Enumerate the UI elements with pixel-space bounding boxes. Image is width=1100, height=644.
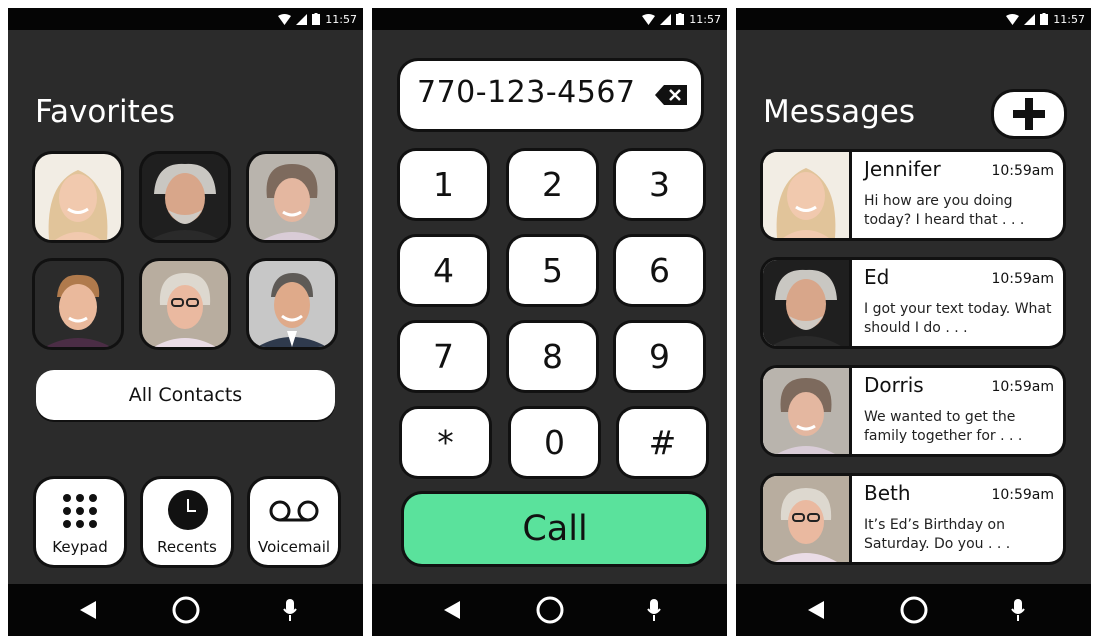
clock-icon (168, 490, 208, 530)
signal-icon (660, 13, 672, 25)
mic-icon (1011, 599, 1025, 621)
back-button[interactable] (790, 584, 842, 636)
navigation-bar (8, 584, 363, 636)
messages-title: Messages (763, 94, 916, 130)
voicemail-icon (269, 500, 319, 522)
back-icon (808, 601, 824, 619)
message-item-beth[interactable]: Beth 10:59am It’s Ed’s Birthday on Satur… (763, 476, 1063, 562)
all-contacts-label: All Contacts (128, 384, 243, 406)
navigation-bar (372, 584, 727, 636)
favorite-contact-dorris[interactable] (249, 154, 335, 240)
wifi-icon (642, 13, 656, 25)
key-0[interactable]: 0 (511, 409, 598, 476)
home-button[interactable] (160, 584, 212, 636)
message-preview: It’s Ed’s Birthday on Saturday. Do you .… (864, 517, 1011, 552)
wifi-icon (278, 13, 292, 25)
battery-icon (1040, 13, 1049, 25)
home-button[interactable] (524, 584, 576, 636)
new-message-button[interactable] (994, 92, 1064, 136)
message-time: 10:59am (991, 379, 1054, 395)
back-icon (80, 601, 96, 619)
mic-button[interactable] (264, 584, 316, 636)
favorite-contact-man-suit[interactable] (249, 261, 335, 347)
recents-button[interactable]: Recents (143, 479, 231, 565)
back-button[interactable] (62, 584, 114, 636)
key-7[interactable]: 7 (400, 323, 487, 390)
status-bar: 11:57 (736, 8, 1091, 30)
key-2[interactable]: 2 (509, 151, 596, 218)
phone-number-text: 770-123-4567 (417, 75, 636, 110)
wifi-icon (1006, 13, 1020, 25)
home-icon (172, 596, 200, 624)
phone-favorites: 11:57 Favorites All Contacts Keypad Rece… (8, 8, 363, 636)
navigation-bar (736, 584, 1091, 636)
message-item-dorris[interactable]: Dorris 10:59am We wanted to get the fami… (763, 368, 1063, 454)
status-bar: 11:57 (372, 8, 727, 30)
status-time: 11:57 (325, 12, 357, 26)
favorite-contact-ed[interactable] (142, 154, 228, 240)
mic-icon (283, 599, 297, 621)
message-preview: I got your text today. What should I do … (864, 301, 1052, 336)
message-time: 10:59am (991, 163, 1054, 179)
status-time: 11:57 (689, 12, 721, 26)
status-bar: 11:57 (8, 8, 363, 30)
home-icon (900, 596, 928, 624)
battery-icon (676, 13, 685, 25)
key-4[interactable]: 4 (400, 237, 487, 304)
key-6[interactable]: 6 (616, 237, 703, 304)
message-preview: We wanted to get the family together for… (864, 409, 1023, 444)
back-icon (444, 601, 460, 619)
keypad-icon (63, 494, 97, 528)
back-button[interactable] (426, 584, 478, 636)
message-sender: Beth (864, 481, 911, 505)
all-contacts-button[interactable]: All Contacts (36, 370, 335, 420)
key-9[interactable]: 9 (616, 323, 703, 390)
favorite-contact-young-man[interactable] (35, 261, 121, 347)
avatar (763, 476, 852, 562)
mic-button[interactable] (628, 584, 680, 636)
backspace-icon[interactable] (655, 85, 687, 105)
voicemail-label: Voicemail (257, 538, 331, 556)
phone-number-field[interactable]: 770-123-4567 (400, 61, 701, 129)
mic-button[interactable] (992, 584, 1044, 636)
message-item-jennifer[interactable]: Jennifer 10:59am Hi how are you doing to… (763, 152, 1063, 238)
message-preview: Hi how are you doing today? I heard that… (864, 193, 1025, 228)
avatar (763, 368, 852, 454)
signal-icon (296, 13, 308, 25)
message-time: 10:59am (991, 487, 1054, 503)
key-star[interactable]: * (402, 409, 489, 476)
keypad-button[interactable]: Keypad (36, 479, 124, 565)
call-button[interactable]: Call (404, 494, 706, 564)
phone-dialer: 11:57 770-123-4567 1 2 3 4 5 6 7 8 9 * 0… (372, 8, 727, 636)
phone-messages: 11:57 Messages Jennifer 10:59am Hi how a… (736, 8, 1091, 636)
mic-icon (647, 599, 661, 621)
message-sender: Ed (864, 265, 890, 289)
avatar (763, 152, 852, 238)
home-button[interactable] (888, 584, 940, 636)
keypad-label: Keypad (52, 538, 108, 556)
signal-icon (1024, 13, 1036, 25)
favorite-contact-jennifer[interactable] (35, 154, 121, 240)
voicemail-button[interactable]: Voicemail (250, 479, 338, 565)
message-time: 10:59am (991, 271, 1054, 287)
message-sender: Dorris (864, 373, 924, 397)
key-1[interactable]: 1 (400, 151, 487, 218)
plus-icon (1013, 98, 1045, 130)
avatar (763, 260, 852, 346)
message-item-ed[interactable]: Ed 10:59am I got your text today. What s… (763, 260, 1063, 346)
favorites-title: Favorites (35, 94, 176, 130)
message-sender: Jennifer (864, 157, 941, 181)
recents-label: Recents (157, 538, 217, 556)
key-8[interactable]: 8 (509, 323, 596, 390)
call-label: Call (522, 509, 588, 549)
status-time: 11:57 (1053, 12, 1085, 26)
key-3[interactable]: 3 (616, 151, 703, 218)
key-5[interactable]: 5 (509, 237, 596, 304)
home-icon (536, 596, 564, 624)
battery-icon (312, 13, 321, 25)
key-hash[interactable]: # (619, 409, 706, 476)
favorite-contact-beth[interactable] (142, 261, 228, 347)
